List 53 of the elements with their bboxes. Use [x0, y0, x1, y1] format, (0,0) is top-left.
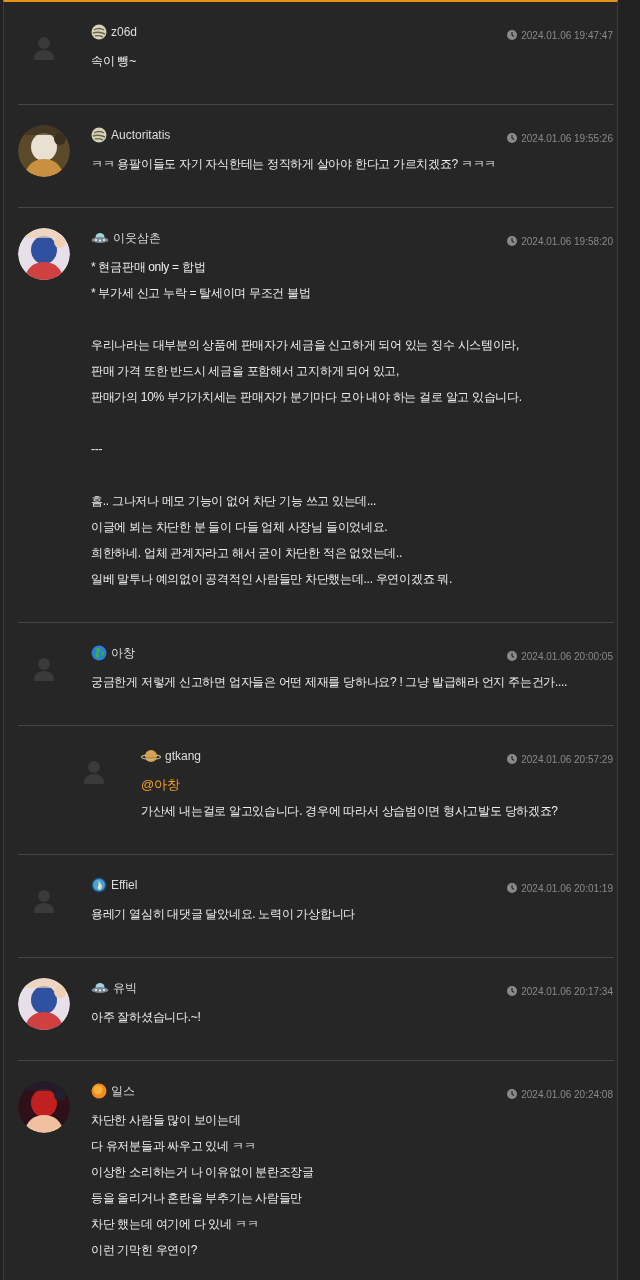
comment-text: 아주 잘하셨습니다.~! — [91, 1009, 202, 1026]
clock-icon — [507, 133, 518, 143]
comment-text: 이런 기막힌 우연이? — [91, 1242, 199, 1259]
comment-time: 2024.01.06 20:01:19 — [521, 881, 613, 896]
comment-time: 2024.01.06 19:55:26 — [521, 131, 613, 146]
comment-time: 2024.01.06 20:00:05 — [521, 649, 613, 664]
author-name[interactable]: Effiel — [111, 876, 138, 894]
comment-text: 가산세 내는걸로 알고있습니다. 경우에 따라서 상습범이면 형사고발도 당하겠죠? — [141, 803, 559, 820]
clock-icon — [507, 30, 518, 40]
moon-icon — [91, 127, 107, 143]
comment-text: 속이 뺑~ — [91, 53, 137, 70]
comment-text: * 부가세 신고 누락 = 탈세이며 무조건 불법 — [91, 285, 312, 302]
clock-icon — [507, 236, 518, 246]
author-name[interactable]: 아창 — [111, 644, 135, 662]
author-name[interactable]: 일스 — [111, 1082, 135, 1100]
moon-icon — [91, 24, 107, 40]
comment-text: 등을 올리거나 혼란을 부추기는 사람들만 — [91, 1190, 304, 1207]
sun-icon — [91, 1083, 107, 1099]
clock-icon — [507, 986, 518, 996]
clock-icon — [507, 1089, 518, 1099]
author-name[interactable]: Auctoritatis — [111, 126, 171, 144]
comment-text: 우리나라는 대부분의 상품에 판매자가 세금을 신고하게 되어 있는 징수 시스템이라, — [91, 337, 521, 354]
comment-text: 차단한 사람들 많이 보이는데 — [91, 1112, 242, 1129]
comment-text: 용레기 열심히 대댓글 달았네요. 노력이 가상합니다 — [91, 906, 356, 923]
comment-text: 다 유저분들과 싸우고 있네 ㅋㅋ — [91, 1138, 257, 1155]
comment-time: 2024.01.06 20:17:34 — [521, 984, 613, 999]
comment-text: 이상한 소리하는거 나 이유없이 분란조장글 — [91, 1164, 315, 1181]
ufo-icon — [91, 232, 109, 244]
author-name[interactable]: 유빅 — [113, 979, 137, 997]
comment-time: 2024.01.06 20:57:29 — [521, 752, 613, 767]
mention-link[interactable]: @아창 — [141, 772, 613, 798]
comment-time: 2024.01.06 19:47:47 — [521, 28, 613, 43]
ufo-icon — [91, 982, 109, 994]
comment-text: ㅋㅋ 용팔이들도 자기 자식한테는 정직하게 살아야 한다고 가르치겠죠? ㅋㅋㅋ — [91, 156, 498, 173]
comment-text: * 현금판매 only = 합법 — [91, 259, 207, 276]
author-name[interactable]: z06d — [111, 23, 138, 41]
author-name[interactable]: gtkang — [165, 747, 202, 765]
comment-text: 이글에 뵈는 차단한 분 들이 다들 업체 사장님 들이었네요. — [91, 519, 389, 536]
clock-icon — [507, 651, 518, 661]
comment-text: --- — [91, 441, 104, 458]
planet-icon — [141, 749, 161, 763]
clock-icon — [507, 754, 518, 764]
comment-text: 차단 했는데 여기에 다 있네 ㅋㅋ — [91, 1216, 260, 1233]
comment-text: 흠.. 그나저나 메모 기능이 없어 차단 기능 쓰고 있는데... — [91, 493, 378, 510]
comment-text: 희한하네. 업체 관계자라고 해서 굳이 차단한 적은 없었는데.. — [91, 545, 404, 562]
comment-time: 2024.01.06 19:58:20 — [521, 234, 613, 249]
comment-text: 일베 말투나 예의없이 공격적인 사람들만 차단했는데... 우연이겠죠 뭐. — [91, 571, 453, 588]
comment-text: 판매 가격 또한 반드시 세금을 포함해서 고지하게 되어 있고, — [91, 363, 401, 380]
clock-icon — [507, 883, 518, 893]
comment-text: 판매가의 10% 부가가치세는 판매자가 분기마다 모아 내야 하는 걸로 알고 있습니다. — [91, 389, 523, 406]
comment-time: 2024.01.06 20:24:08 — [521, 1087, 613, 1102]
author-name[interactable]: 이웃삼촌 — [113, 229, 161, 247]
comment-text: 궁금한게 저렇게 신고하면 업자들은 어떤 제재를 당하나요? ! 그냥 발급해라 언지 주는건가.... — [91, 674, 569, 691]
